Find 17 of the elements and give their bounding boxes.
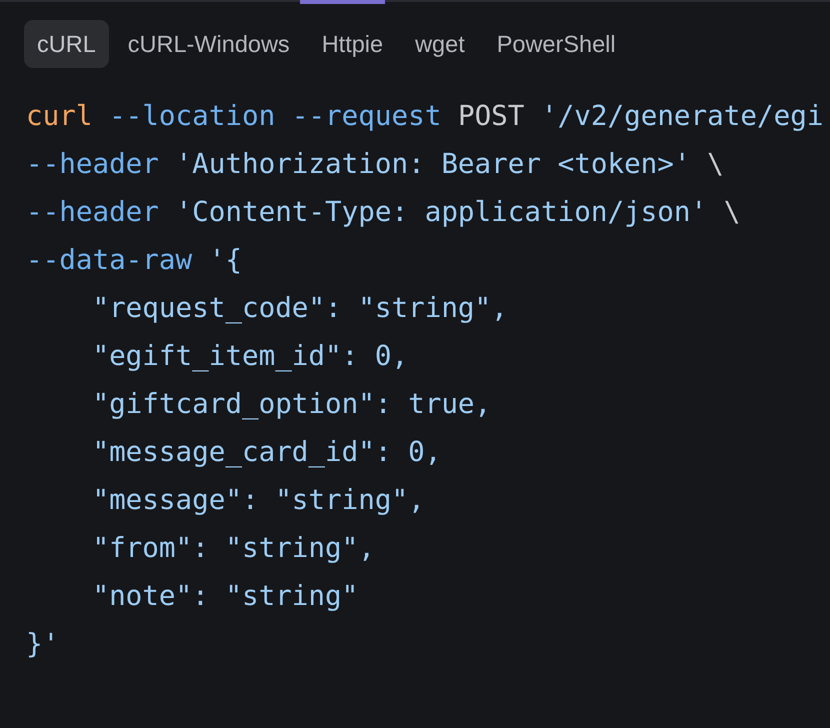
- code-line: "message_card_id": 0,: [91, 434, 442, 470]
- language-tab[interactable]: PowerShell: [484, 20, 629, 68]
- code-line: "egift_item_id": 0,: [91, 338, 408, 374]
- code-line: "request_code": "string",: [91, 290, 508, 326]
- code-line: curl --location --request POST '/v2/generate/egi: [26, 98, 824, 134]
- code-line: "note": "string": [91, 578, 358, 614]
- language-tab[interactable]: wget: [402, 20, 478, 68]
- code-line: }': [26, 626, 60, 662]
- code-line: --header 'Content-Type: application/json' \: [26, 194, 740, 230]
- code-line: --data-raw '{: [26, 242, 242, 278]
- code-line: --header 'Authorization: Bearer <token>' \: [26, 146, 724, 182]
- code-line: "giftcard_option": true,: [91, 386, 492, 422]
- language-tab[interactable]: Httpie: [308, 20, 396, 68]
- code-line: "from": "string",: [91, 530, 375, 566]
- language-tab[interactable]: cURL-Windows: [114, 20, 303, 68]
- language-tab[interactable]: cURL: [24, 20, 109, 68]
- code-line: "message": "string",: [91, 482, 425, 518]
